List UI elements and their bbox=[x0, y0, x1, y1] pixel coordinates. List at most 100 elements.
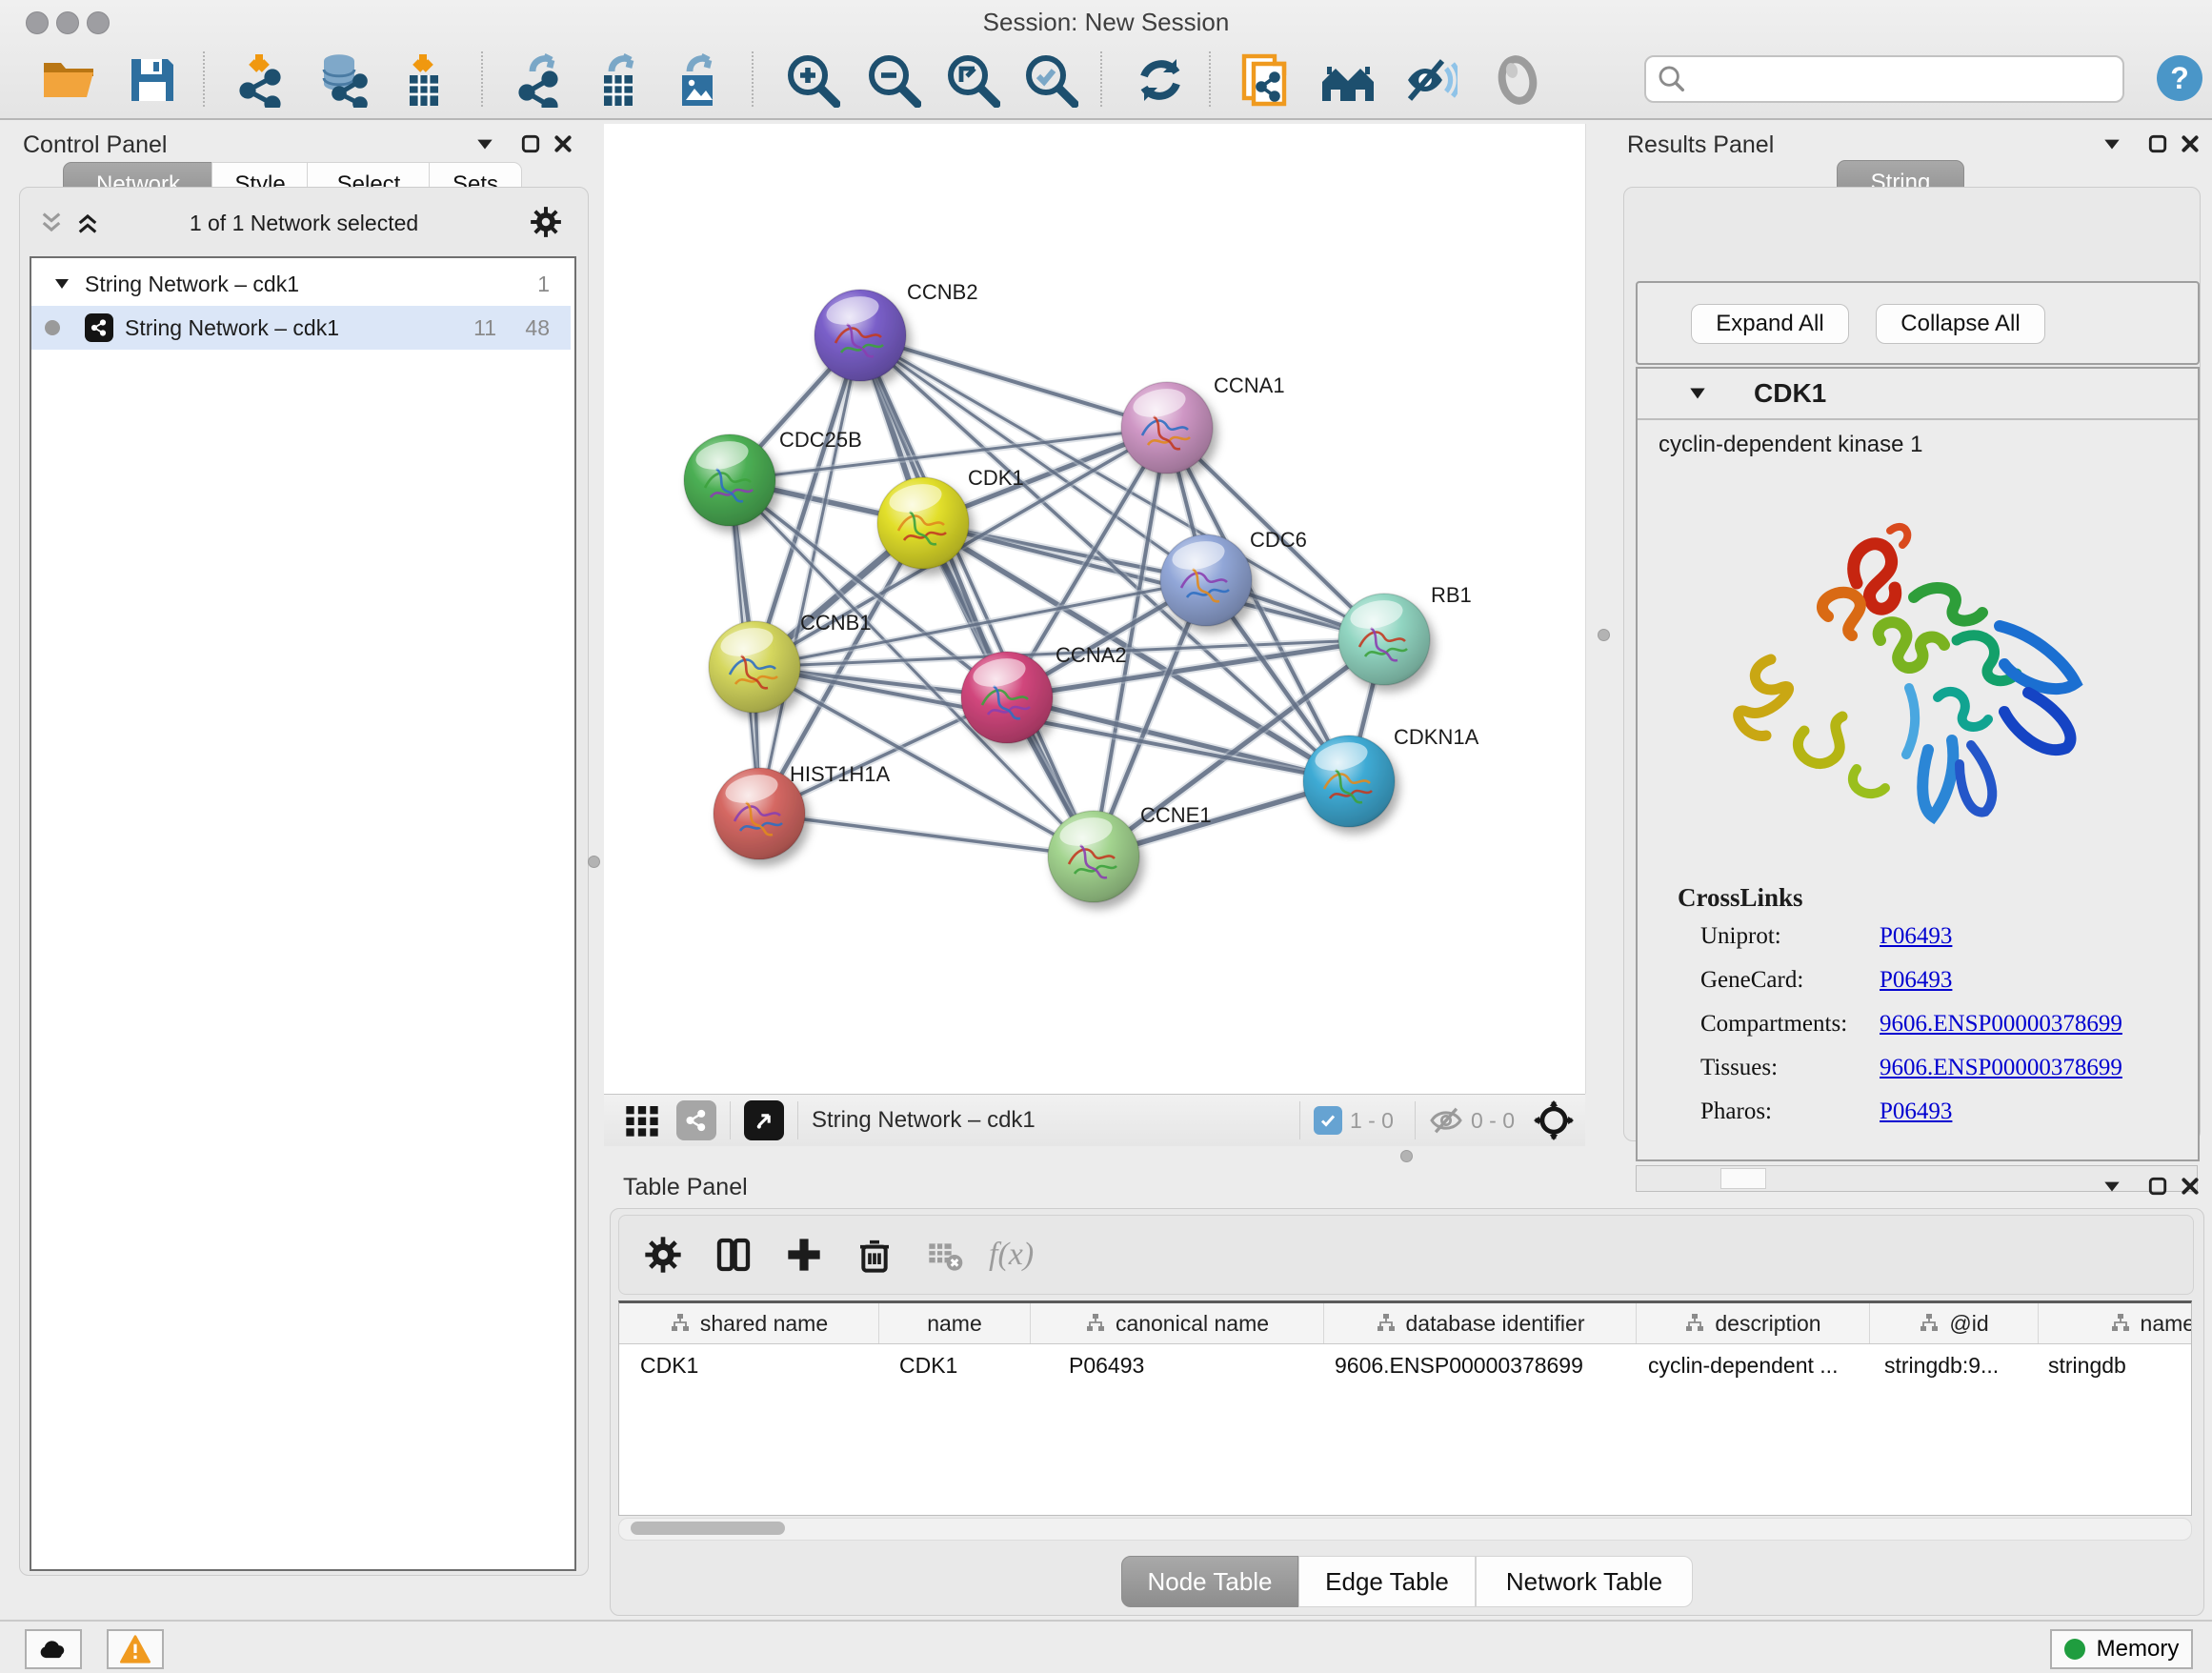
zoom-fit-button[interactable] bbox=[942, 50, 1003, 111]
node-table[interactable]: shared name name canonical name database… bbox=[618, 1300, 2192, 1516]
network-graph[interactable]: CCNB2CCNA1CDC25BCDK1CDC6RB1CCNB1CCNA2CDK… bbox=[604, 124, 1585, 1094]
node-HIST1H1A[interactable]: HIST1H1A bbox=[714, 762, 890, 859]
zoom-selected-button[interactable] bbox=[1020, 50, 1081, 111]
string-home-button[interactable] bbox=[1317, 50, 1378, 111]
show-glass-button[interactable] bbox=[1487, 50, 1548, 111]
edge-CCNB2-CCNE1[interactable] bbox=[860, 335, 1094, 857]
table-panel-close-icon[interactable] bbox=[2176, 1172, 2204, 1200]
tab-edge-table[interactable]: Edge Table bbox=[1298, 1556, 1476, 1607]
results-panel-float-icon[interactable] bbox=[2143, 130, 2172, 158]
hidden-eye-icon[interactable] bbox=[1429, 1106, 1463, 1135]
collection-expand-icon[interactable] bbox=[52, 274, 71, 293]
node-CCNA2[interactable]: CCNA2 bbox=[961, 643, 1127, 743]
section-collapse-icon[interactable] bbox=[1687, 383, 1708, 404]
table-options-gear-icon[interactable] bbox=[636, 1228, 690, 1281]
search-input[interactable] bbox=[1688, 66, 2122, 92]
crosslink-link[interactable]: P06493 bbox=[1880, 1099, 1952, 1125]
show-columns-icon[interactable] bbox=[707, 1228, 760, 1281]
window-title: Session: New Session bbox=[0, 8, 2212, 37]
cell-database-identifier[interactable]: 9606.ENSP00000378699 bbox=[1321, 1344, 1633, 1386]
export-image-button[interactable] bbox=[668, 50, 729, 111]
clone-network-button[interactable] bbox=[1236, 50, 1297, 111]
network-canvas[interactable]: CCNB2CCNA1CDC25BCDK1CDC6RB1CCNB1CCNA2CDK… bbox=[604, 124, 1586, 1094]
tab-node-table[interactable]: Node Table bbox=[1121, 1556, 1298, 1607]
column-header[interactable]: database identifier bbox=[1324, 1303, 1637, 1343]
crosslink-link[interactable]: P06493 bbox=[1880, 923, 1952, 950]
network-collection-row[interactable]: String Network – cdk1 1 bbox=[31, 262, 571, 306]
node-label-RB1: RB1 bbox=[1431, 583, 1472, 607]
share-view-icon[interactable] bbox=[676, 1100, 716, 1140]
control-panel-close-icon[interactable] bbox=[549, 130, 577, 158]
eye-gray-icon bbox=[1493, 55, 1542, 105]
zoom-out-button[interactable] bbox=[863, 50, 924, 111]
cell-shared-name[interactable]: CDK1 bbox=[619, 1344, 878, 1386]
gene-section-header[interactable]: CDK1 bbox=[1638, 369, 2198, 420]
left-splitter-handle[interactable] bbox=[588, 856, 600, 868]
birdseye-view-icon[interactable] bbox=[744, 1100, 784, 1140]
selected-checkbox-icon[interactable] bbox=[1314, 1106, 1342, 1135]
import-network-file-button[interactable] bbox=[230, 50, 291, 111]
column-header[interactable]: @id bbox=[1870, 1303, 2039, 1343]
import-table-button[interactable] bbox=[393, 50, 454, 111]
horizontal-splitter-handle[interactable] bbox=[1400, 1150, 1413, 1162]
column-header[interactable]: shared name bbox=[619, 1303, 879, 1343]
column-header[interactable]: namespace bbox=[2039, 1303, 2192, 1343]
column-header[interactable]: name bbox=[879, 1303, 1031, 1343]
results-panel-collapse-icon[interactable] bbox=[2098, 130, 2126, 158]
cell-at-id[interactable]: stringdb:9... bbox=[1865, 1344, 2033, 1386]
cell-namespace[interactable]: stringdb bbox=[2033, 1344, 2192, 1386]
node-CDK1[interactable]: CDK1 bbox=[877, 466, 1024, 569]
zoom-in-button[interactable] bbox=[782, 50, 843, 111]
table-panel-collapse-icon[interactable] bbox=[2098, 1172, 2126, 1200]
gene-description: cyclin-dependent kinase 1 bbox=[1659, 432, 1923, 458]
table-panel-float-icon[interactable] bbox=[2143, 1172, 2172, 1200]
crosslink-link[interactable]: 9606.ENSP00000378699 bbox=[1880, 1055, 2122, 1081]
export-table-button[interactable] bbox=[590, 50, 651, 111]
export-network-button[interactable] bbox=[511, 50, 572, 111]
expand-all-button[interactable]: Expand All bbox=[1691, 304, 1849, 344]
toolbar-separator bbox=[203, 51, 205, 107]
column-header[interactable]: description bbox=[1637, 1303, 1870, 1343]
crosslink-link[interactable]: P06493 bbox=[1880, 967, 1952, 994]
warnings-button[interactable] bbox=[107, 1629, 164, 1669]
memory-button[interactable]: Memory bbox=[2050, 1629, 2193, 1669]
open-session-button[interactable] bbox=[38, 50, 99, 111]
tab-network-table[interactable]: Network Table bbox=[1476, 1556, 1693, 1607]
table-row[interactable]: CDK1 CDK1 P06493 9606.ENSP00000378699 cy… bbox=[619, 1344, 2192, 1386]
right-splitter-handle[interactable] bbox=[1598, 629, 1610, 641]
crosslink-link[interactable]: 9606.ENSP00000378699 bbox=[1880, 1011, 2122, 1038]
control-panel-collapse-icon[interactable] bbox=[471, 130, 499, 158]
node-CDKN1A[interactable]: CDKN1A bbox=[1303, 725, 1479, 827]
add-column-icon[interactable] bbox=[777, 1228, 831, 1281]
help-button[interactable]: ? bbox=[2157, 55, 2202, 101]
fit-content-crosshair-icon[interactable] bbox=[1530, 1097, 1578, 1144]
network-row[interactable]: String Network – cdk1 11 48 bbox=[31, 306, 571, 350]
table-header-row: shared name name canonical name database… bbox=[619, 1303, 2192, 1344]
import-network-database-button[interactable] bbox=[312, 50, 372, 111]
delete-column-icon[interactable] bbox=[848, 1228, 901, 1281]
node-CCNE1[interactable]: CCNE1 bbox=[1048, 803, 1212, 902]
cell-description[interactable]: cyclin-dependent ... bbox=[1633, 1344, 1865, 1386]
scrollbar-thumb[interactable] bbox=[631, 1522, 785, 1535]
node-RB1[interactable]: RB1 bbox=[1338, 583, 1472, 685]
function-builder-icon[interactable]: f(x) bbox=[989, 1228, 1034, 1281]
results-panel-close-icon[interactable] bbox=[2176, 130, 2204, 158]
crosslink-label: Tissues: bbox=[1700, 1055, 1778, 1081]
grid-view-icon[interactable] bbox=[617, 1096, 667, 1145]
cell-name[interactable]: CDK1 bbox=[878, 1344, 1029, 1386]
column-header[interactable]: canonical name bbox=[1031, 1303, 1324, 1343]
edge-CCNE1-HIST1H1A[interactable] bbox=[759, 814, 1094, 857]
zoom-fit-icon bbox=[945, 52, 1000, 108]
table-horizontal-scrollbar[interactable] bbox=[618, 1518, 2192, 1541]
node-label-CDK1: CDK1 bbox=[968, 466, 1024, 490]
update-networks-button[interactable] bbox=[1130, 50, 1191, 111]
delete-table-icon[interactable] bbox=[918, 1228, 972, 1281]
network-options-gear-icon[interactable] bbox=[529, 205, 563, 239]
hide-glass-button[interactable] bbox=[1399, 50, 1460, 111]
cell-canonical-name[interactable]: P06493 bbox=[1029, 1344, 1321, 1386]
export-image-icon bbox=[671, 52, 726, 108]
cloud-status-button[interactable] bbox=[25, 1629, 82, 1669]
save-session-button[interactable] bbox=[122, 50, 183, 111]
control-panel-float-icon[interactable] bbox=[516, 130, 545, 158]
collapse-all-button[interactable]: Collapse All bbox=[1876, 304, 2045, 344]
